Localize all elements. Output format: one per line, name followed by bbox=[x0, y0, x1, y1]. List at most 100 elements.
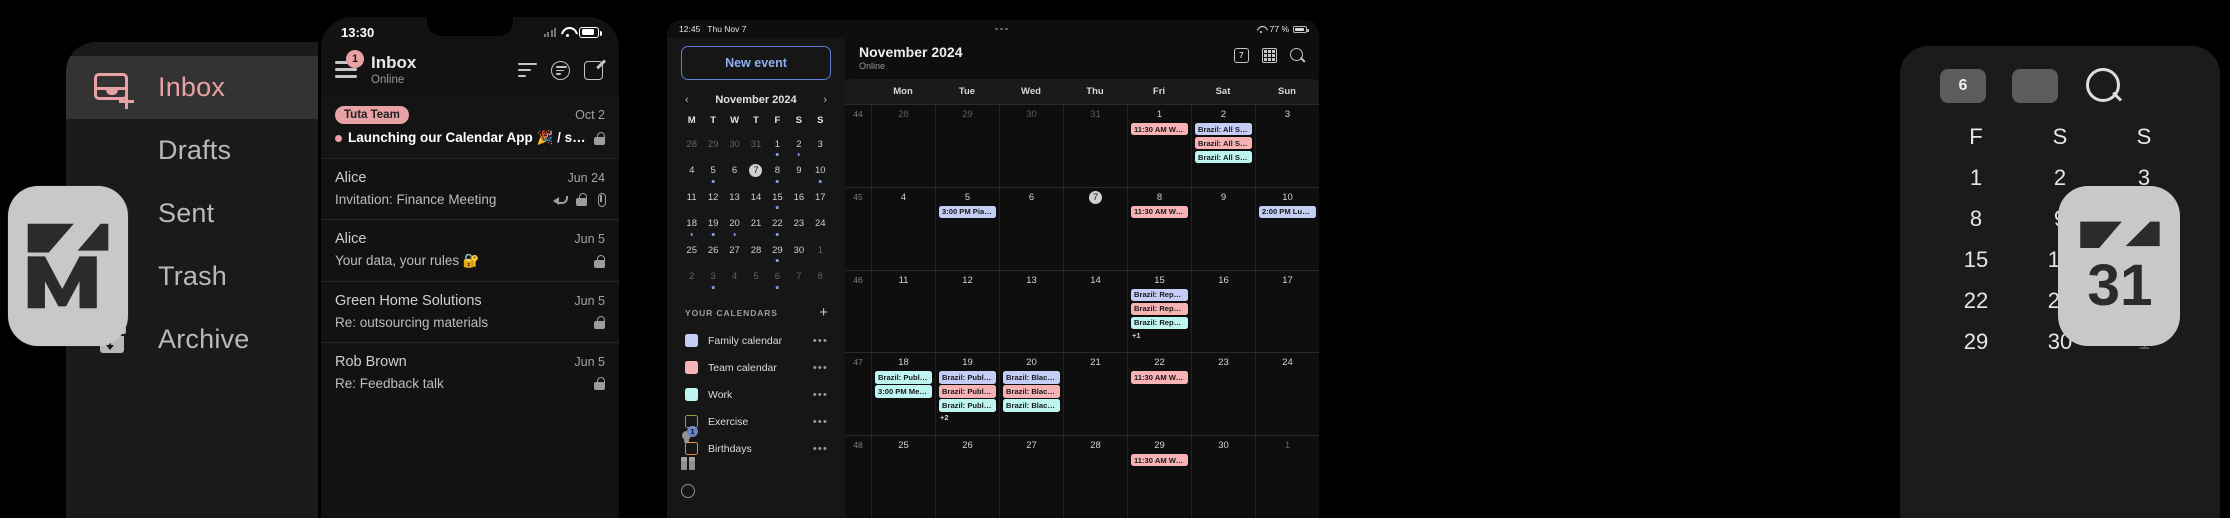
calendar-event-pill[interactable]: Brazil: Public … bbox=[939, 385, 996, 398]
mini-day-cell[interactable]: 27 bbox=[724, 237, 745, 263]
calendar-phone-day-cell[interactable]: 1 bbox=[1934, 156, 2018, 191]
mini-day-cell[interactable]: 25 bbox=[681, 237, 702, 263]
calendar-day-cell[interactable]: 11 bbox=[871, 270, 935, 353]
calendar-day-cell[interactable]: 9 bbox=[1191, 187, 1255, 270]
calendar-event-pill[interactable]: 11:30 AM Wee… bbox=[1131, 454, 1188, 467]
mini-day-cell[interactable]: 30 bbox=[788, 237, 809, 263]
calendar-options-icon[interactable]: ••• bbox=[813, 362, 828, 373]
calendar-day-cell[interactable]: 24 bbox=[1255, 353, 1319, 436]
mini-day-cell[interactable]: 6 bbox=[767, 264, 788, 290]
mini-day-cell[interactable]: 16 bbox=[788, 184, 809, 210]
mini-day-cell[interactable]: 3 bbox=[702, 264, 723, 290]
month-view-icon[interactable] bbox=[1262, 48, 1277, 63]
calendar-event-pill[interactable]: Brazil: Black A… bbox=[1003, 399, 1060, 412]
mini-day-cell[interactable]: 18 bbox=[681, 211, 702, 237]
calendar-event-pill[interactable]: 2:00 PM Lunch… bbox=[1259, 205, 1316, 218]
calendar-list-item[interactable]: Work ••• bbox=[667, 381, 845, 408]
calendar-day-cell[interactable]: 31 bbox=[1063, 105, 1127, 187]
mini-day-cell[interactable]: 7 bbox=[788, 264, 809, 290]
calendar-phone-day-cell[interactable]: 29 bbox=[1934, 320, 2018, 355]
calendar-event-pill[interactable]: Brazil: All Soul… bbox=[1195, 136, 1252, 150]
calendar-day-cell[interactable]: 7 bbox=[1063, 187, 1127, 270]
calendar-day-cell[interactable]: 30 bbox=[999, 105, 1063, 187]
mini-day-cell[interactable]: 28 bbox=[681, 131, 702, 157]
mini-day-cell[interactable]: 19 bbox=[702, 211, 723, 237]
mail-row[interactable]: Tuta Team Oct 2 Launching our Calendar App… bbox=[321, 97, 619, 158]
mini-day-cell[interactable]: 17 bbox=[810, 184, 831, 210]
calendar-event-pill[interactable]: Brazil: All Soul… bbox=[1195, 123, 1252, 136]
calendar-day-cell[interactable]: 4 bbox=[871, 187, 935, 270]
calendar-day-cell[interactable]: 23 bbox=[1191, 353, 1255, 436]
calendar-day-cell[interactable]: 22 11:30 AM Wee… bbox=[1127, 353, 1191, 436]
calendar-day-cell[interactable]: 25 bbox=[871, 436, 935, 518]
calendar-day-cell[interactable]: 5 3:00 PM Piano … bbox=[935, 187, 999, 270]
calendar-day-cell[interactable]: 15Brazil: Republi…Brazil: Republi…Brazil… bbox=[1127, 270, 1191, 353]
calendar-day-cell[interactable]: 2Brazil: All Soul…Brazil: All Soul…Brazi… bbox=[1191, 105, 1255, 187]
more-events-label[interactable]: +1 bbox=[1131, 331, 1188, 340]
calendar-day-cell[interactable]: 30 bbox=[1191, 436, 1255, 518]
lightbulb-icon[interactable]: 1 bbox=[681, 426, 698, 443]
mini-day-cell[interactable]: 10 bbox=[810, 158, 831, 184]
calendar-day-cell[interactable]: 16 bbox=[1191, 270, 1255, 353]
menu-button[interactable]: 1 bbox=[335, 50, 364, 79]
more-events-label[interactable]: +2 bbox=[939, 413, 996, 422]
mini-day-cell[interactable]: 26 bbox=[702, 237, 723, 263]
calendar-day-cell[interactable]: 21 bbox=[1063, 353, 1127, 436]
calendar-day-cell[interactable]: 29 11:30 AM Wee… bbox=[1127, 436, 1191, 518]
calendar-day-cell[interactable]: 1 11:30 AM Wee… bbox=[1127, 105, 1191, 187]
mini-day-cell[interactable]: 13 bbox=[724, 184, 745, 210]
calendar-event-pill[interactable]: Brazil: Republi… bbox=[1131, 316, 1188, 329]
calendar-event-pill[interactable]: Brazil: Republi… bbox=[1131, 302, 1188, 315]
calendar-event-pill[interactable]: 11:30 AM Wee… bbox=[1131, 123, 1188, 136]
calendar-day-cell[interactable]: 19 Brazil: Public … Brazil: Public … Brazil… bbox=[935, 353, 999, 436]
calendar-day-cell[interactable]: 10 2:00 PM Lunch… bbox=[1255, 187, 1319, 270]
mini-day-cell[interactable]: 8 bbox=[767, 158, 788, 184]
calendar-event-pill[interactable]: 11:30 AM Wee… bbox=[1131, 205, 1188, 218]
mini-day-cell[interactable]: 22 bbox=[767, 211, 788, 237]
mini-day-cell[interactable]: 15 bbox=[767, 184, 788, 210]
calendar-phone-day-cell[interactable]: 22 bbox=[1934, 279, 2018, 314]
prev-month-button[interactable]: ‹ bbox=[685, 94, 689, 106]
calendar-day-cell[interactable]: 8 11:30 AM Wee… bbox=[1127, 187, 1191, 270]
mini-day-cell[interactable]: 8 bbox=[810, 264, 831, 290]
calendar-options-icon[interactable]: ••• bbox=[813, 416, 828, 427]
search-icon[interactable] bbox=[1290, 48, 1305, 63]
mini-day-cell[interactable]: 1 bbox=[810, 237, 831, 263]
sort-icon[interactable] bbox=[551, 60, 570, 80]
new-event-button[interactable]: New event bbox=[681, 46, 831, 80]
mini-day-cell[interactable]: 28 bbox=[745, 237, 766, 263]
calendar-day-cell[interactable]: 13 bbox=[999, 270, 1063, 353]
mini-day-cell[interactable]: 5 bbox=[745, 264, 766, 290]
mini-day-cell[interactable]: 2 bbox=[681, 264, 702, 290]
view-toggle-button[interactable] bbox=[2012, 69, 2058, 103]
mini-day-cell[interactable]: 14 bbox=[745, 184, 766, 210]
mini-day-cell[interactable]: 1 bbox=[767, 131, 788, 157]
help-icon[interactable] bbox=[681, 484, 695, 498]
calendar-event-pill[interactable]: Brazil: Public … bbox=[875, 371, 932, 384]
mail-row[interactable]: Alice Jun 24 Invitation: Finance Meeting bbox=[321, 158, 619, 219]
calendar-day-cell[interactable]: 1 bbox=[1255, 436, 1319, 518]
calendar-event-pill[interactable]: Brazil: Public … bbox=[939, 371, 996, 384]
mini-day-cell[interactable]: 5 bbox=[702, 158, 723, 184]
calendar-list-item[interactable]: Family calendar ••• bbox=[667, 327, 845, 354]
calendar-day-cell[interactable]: 28 bbox=[1063, 436, 1127, 518]
mini-day-cell[interactable]: 31 bbox=[745, 131, 766, 157]
calendar-event-pill[interactable]: Brazil: Public … bbox=[939, 399, 996, 412]
mini-day-cell[interactable]: 11 bbox=[681, 184, 702, 210]
day-view-icon[interactable] bbox=[1234, 48, 1249, 63]
gift-icon[interactable] bbox=[681, 457, 695, 470]
mini-day-cell[interactable]: 30 bbox=[724, 131, 745, 157]
mail-row[interactable]: Rob Brown Jun 5 Re: Feedback talk bbox=[321, 342, 619, 403]
calendar-event-pill[interactable]: Brazil: Republi… bbox=[1131, 288, 1188, 301]
mini-day-cell[interactable]: 24 bbox=[810, 211, 831, 237]
mail-row[interactable]: Green Home Solutions Jun 5 Re: outsourcing… bbox=[321, 281, 619, 342]
mini-day-cell[interactable]: 9 bbox=[788, 158, 809, 184]
calendar-day-cell[interactable]: 26 bbox=[935, 436, 999, 518]
mini-day-cell[interactable]: 6 bbox=[724, 158, 745, 184]
calendar-event-pill[interactable]: Brazil: Black A… bbox=[1003, 371, 1060, 384]
next-month-button[interactable]: › bbox=[823, 94, 827, 106]
mini-day-cell[interactable]: 7 bbox=[745, 158, 766, 184]
mini-day-cell[interactable]: 29 bbox=[702, 131, 723, 157]
calendar-options-icon[interactable]: ••• bbox=[813, 335, 828, 346]
mini-day-cell[interactable]: 20 bbox=[724, 211, 745, 237]
